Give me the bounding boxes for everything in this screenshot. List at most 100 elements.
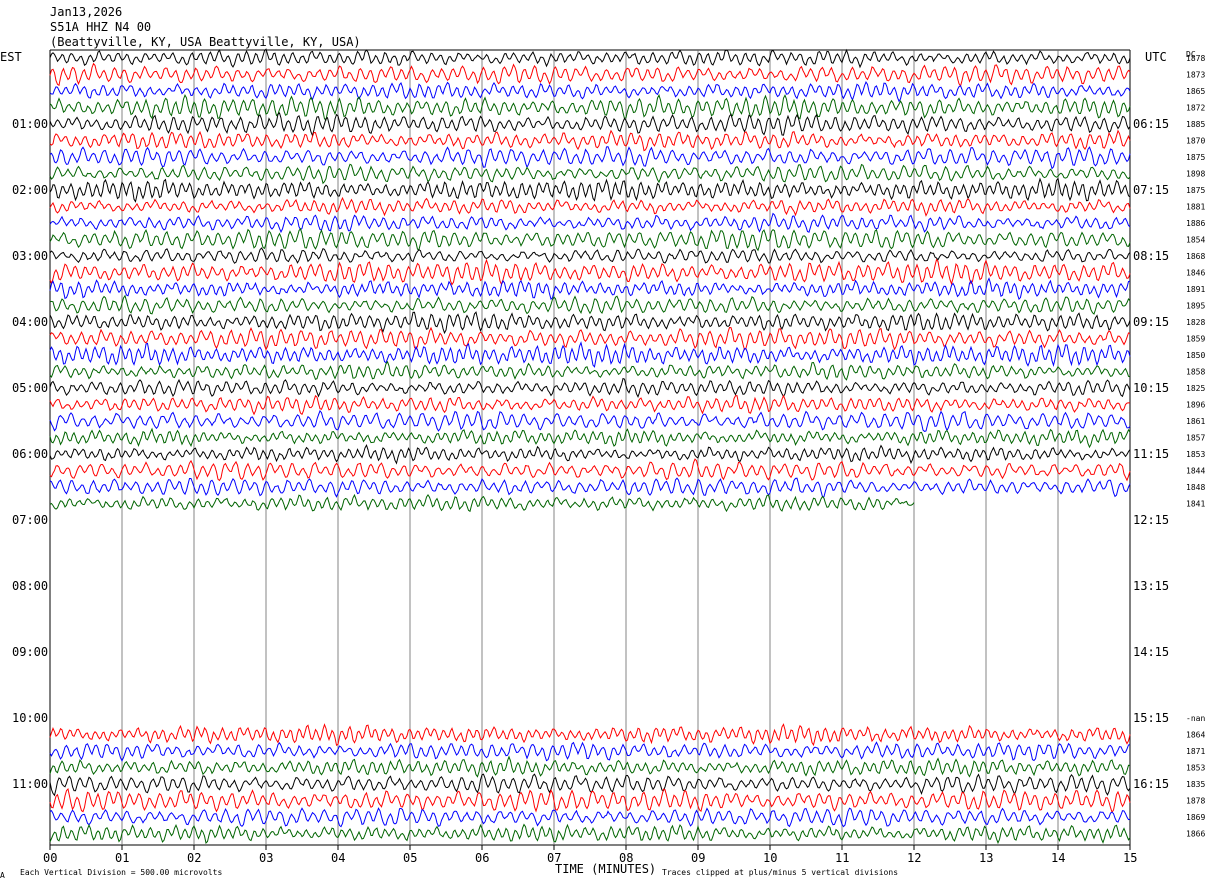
dc-offset-value: 1865 bbox=[1186, 87, 1205, 96]
seismic-trace bbox=[49, 443, 1131, 465]
dc-offset-value: 1841 bbox=[1186, 500, 1205, 509]
seismic-trace bbox=[49, 81, 1131, 103]
seismic-trace bbox=[49, 326, 1131, 351]
right-timezone-label: UTC bbox=[1145, 50, 1167, 64]
left-hour-label: 06:00 bbox=[12, 447, 48, 461]
seismic-trace bbox=[49, 177, 1131, 203]
seismic-trace bbox=[49, 755, 1131, 778]
x-tick-label: 02 bbox=[187, 851, 201, 865]
right-hour-label: 15:15 bbox=[1133, 711, 1169, 725]
dc-offset-value: 1853 bbox=[1186, 450, 1205, 459]
left-hour-labels: 01:00 02:00 03:00 04:00 05:00 06:00 07:00 08:00… bbox=[12, 117, 48, 791]
right-hour-label: 10:15 bbox=[1133, 381, 1169, 395]
seismic-trace bbox=[49, 723, 1131, 747]
seismic-trace bbox=[49, 196, 1131, 217]
seismic-trace bbox=[49, 787, 1131, 814]
dc-offset-value: 1870 bbox=[1186, 137, 1205, 146]
right-hour-label: 14:15 bbox=[1133, 645, 1169, 659]
seismic-trace bbox=[49, 341, 1131, 368]
seismic-traces bbox=[49, 48, 1131, 845]
header-location: (Beattyville, KY, USA Beattyville, KY, U… bbox=[50, 35, 361, 49]
dc-offset-value: 1881 bbox=[1186, 203, 1205, 212]
x-tick-label: 00 bbox=[43, 851, 57, 865]
seismic-trace bbox=[49, 427, 1131, 449]
seismic-trace bbox=[49, 163, 1131, 185]
dc-offset-value: 1835 bbox=[1186, 780, 1205, 789]
seismic-trace bbox=[49, 112, 1131, 138]
seismic-trace bbox=[49, 477, 1131, 498]
dc-offset-value: 1858 bbox=[1186, 368, 1205, 377]
x-tick-label: 06 bbox=[475, 851, 489, 865]
left-hour-label: 11:00 bbox=[12, 777, 48, 791]
dc-offset-value: 1844 bbox=[1186, 467, 1205, 476]
seismic-trace bbox=[49, 807, 1131, 828]
helicorder-chart: Jan13,2026 S51A HHZ N4 00 (Beattyville, … bbox=[0, 5, 1205, 880]
left-hour-label: 10:00 bbox=[12, 711, 48, 725]
dc-offset-value: 1878 bbox=[1186, 54, 1205, 63]
seismic-trace bbox=[49, 458, 1131, 482]
dc-offset-value: 1875 bbox=[1186, 153, 1205, 162]
dc-offset-value: 1891 bbox=[1186, 285, 1205, 294]
dc-offset-value: -nan bbox=[1186, 714, 1205, 723]
dc-offset-value: 1848 bbox=[1186, 483, 1205, 492]
left-hour-label: 03:00 bbox=[12, 249, 48, 263]
left-hour-label: 01:00 bbox=[12, 117, 48, 131]
x-tick-label: 14 bbox=[1051, 851, 1065, 865]
dc-offset-value: 1859 bbox=[1186, 335, 1205, 344]
left-hour-label: 02:00 bbox=[12, 183, 48, 197]
dc-offset-value: 1886 bbox=[1186, 219, 1205, 228]
dc-offset-value: 1868 bbox=[1186, 252, 1205, 261]
seismic-trace bbox=[49, 773, 1131, 797]
dc-offset-value: 1846 bbox=[1186, 269, 1205, 278]
header-station: S51A HHZ N4 00 bbox=[50, 20, 151, 34]
seismic-trace bbox=[49, 129, 1131, 152]
seismic-trace bbox=[49, 93, 1131, 121]
dc-offset-value: 1869 bbox=[1186, 813, 1205, 822]
x-axis-title: TIME (MINUTES) bbox=[555, 862, 656, 876]
x-tick-label: 03 bbox=[259, 851, 273, 865]
dc-offset-value: 1885 bbox=[1186, 120, 1205, 129]
seismic-trace bbox=[49, 360, 1131, 381]
seismic-trace bbox=[49, 823, 1131, 845]
right-hour-label: 09:15 bbox=[1133, 315, 1169, 329]
x-tick-label: 12 bbox=[907, 851, 921, 865]
dc-offset-value: 1850 bbox=[1186, 351, 1205, 360]
dc-offset-value: 1873 bbox=[1186, 71, 1205, 80]
dc-offset-value: 1857 bbox=[1186, 434, 1205, 443]
seismic-trace bbox=[49, 394, 1131, 416]
right-hour-label: 16:15 bbox=[1133, 777, 1169, 791]
seismic-trace bbox=[49, 48, 1131, 69]
dc-offset-value: 1898 bbox=[1186, 170, 1205, 179]
header-date: Jan13,2026 bbox=[50, 5, 122, 19]
dc-offset-value: 1871 bbox=[1186, 747, 1205, 756]
seismic-trace bbox=[49, 741, 1131, 762]
dc-offset-value: 1825 bbox=[1186, 384, 1205, 393]
right-hour-labels: 06:15 07:15 08:15 09:15 10:15 11:15 12:15 13:15… bbox=[1133, 117, 1169, 791]
right-hour-label: 13:15 bbox=[1133, 579, 1169, 593]
x-tick-label: 15 bbox=[1123, 851, 1137, 865]
right-hour-label: 11:15 bbox=[1133, 447, 1169, 461]
dc-offset-value: 1895 bbox=[1186, 302, 1205, 311]
seismic-trace bbox=[49, 258, 1131, 286]
x-tick-label: 01 bbox=[115, 851, 129, 865]
seismic-trace bbox=[49, 377, 1131, 398]
x-tick-label: 11 bbox=[835, 851, 849, 865]
dc-offset-value: 1896 bbox=[1186, 401, 1205, 410]
dc-offset-value: 1828 bbox=[1186, 318, 1205, 327]
left-hour-label: 09:00 bbox=[12, 645, 48, 659]
right-hour-label: 08:15 bbox=[1133, 249, 1169, 263]
dc-offset-value: 1854 bbox=[1186, 236, 1205, 245]
seismic-trace bbox=[49, 227, 1131, 252]
left-hour-label: 08:00 bbox=[12, 579, 48, 593]
corner-mark: A bbox=[0, 871, 5, 880]
scale-note: Each Vertical Division = 500.00 microvol… bbox=[20, 868, 222, 877]
seismic-trace bbox=[49, 294, 1131, 315]
seismic-trace bbox=[49, 247, 1131, 264]
seismic-trace bbox=[49, 311, 1131, 335]
x-tick-label: 09 bbox=[691, 851, 705, 865]
dc-offset-value: 1853 bbox=[1186, 764, 1205, 773]
left-hour-label: 07:00 bbox=[12, 513, 48, 527]
seismic-trace bbox=[49, 277, 1131, 301]
dc-offset-value: 1878 bbox=[1186, 797, 1205, 806]
dc-offset-value: 1875 bbox=[1186, 186, 1205, 195]
